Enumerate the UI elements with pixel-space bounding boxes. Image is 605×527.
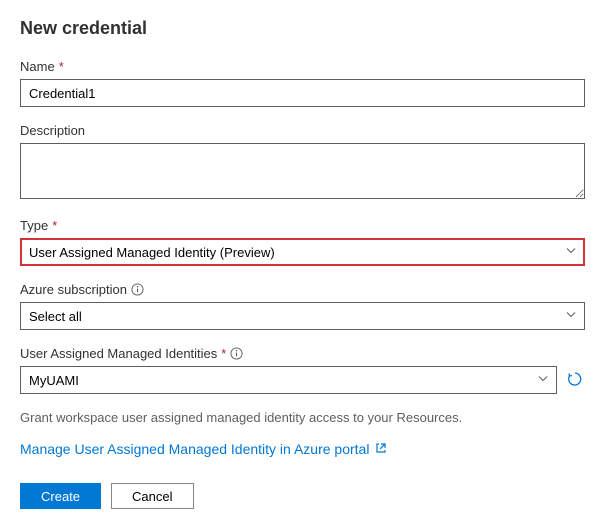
identities-select[interactable]: MyUAMI: [20, 366, 557, 394]
link-text: Manage User Assigned Managed Identity in…: [20, 441, 369, 457]
page-title: New credential: [20, 18, 585, 39]
description-input[interactable]: [20, 143, 585, 199]
info-icon[interactable]: [230, 347, 243, 360]
name-label: Name *: [20, 59, 585, 74]
refresh-icon: [567, 371, 583, 390]
name-label-text: Name: [20, 59, 55, 74]
identities-row: MyUAMI: [20, 366, 585, 394]
description-label-text: Description: [20, 123, 85, 138]
type-label-text: Type: [20, 218, 48, 233]
cancel-button[interactable]: Cancel: [111, 483, 193, 509]
subscription-select[interactable]: Select all: [20, 302, 585, 330]
manage-identity-link[interactable]: Manage User Assigned Managed Identity in…: [20, 441, 387, 457]
footer-actions: Create Cancel: [20, 483, 194, 509]
subscription-select-wrapper: Select all: [20, 302, 585, 330]
identities-label: User Assigned Managed Identities *: [20, 346, 585, 361]
required-indicator: *: [59, 59, 64, 74]
type-label: Type *: [20, 218, 585, 233]
type-select[interactable]: User Assigned Managed Identity (Preview): [20, 238, 585, 266]
helper-text: Grant workspace user assigned managed id…: [20, 410, 585, 425]
description-field: Description: [20, 123, 585, 202]
required-indicator: *: [52, 218, 57, 233]
identities-select-wrapper: MyUAMI: [20, 366, 557, 394]
subscription-label: Azure subscription: [20, 282, 585, 297]
name-field: Name *: [20, 59, 585, 107]
create-button[interactable]: Create: [20, 483, 101, 509]
subscription-field: Azure subscription Select all: [20, 282, 585, 330]
subscription-label-text: Azure subscription: [20, 282, 127, 297]
identities-label-text: User Assigned Managed Identities: [20, 346, 217, 361]
required-indicator: *: [221, 346, 226, 361]
type-select-wrapper: User Assigned Managed Identity (Preview): [20, 238, 585, 266]
info-icon[interactable]: [131, 283, 144, 296]
name-input[interactable]: [20, 79, 585, 107]
identities-field: User Assigned Managed Identities * MyUAM…: [20, 346, 585, 394]
external-link-icon: [375, 441, 387, 457]
refresh-button[interactable]: [565, 369, 585, 392]
type-field: Type * User Assigned Managed Identity (P…: [20, 218, 585, 266]
description-label: Description: [20, 123, 585, 138]
